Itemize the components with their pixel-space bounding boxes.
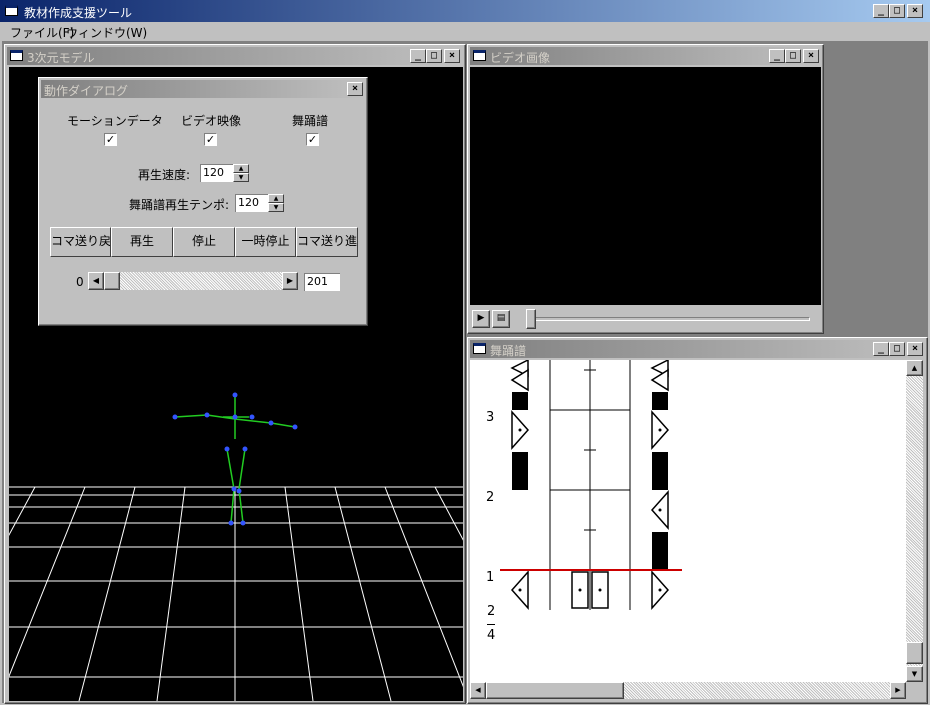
score-tempo-label: 舞踊譜再生テンポ: [129,198,230,212]
video-close-button[interactable]: × [803,49,819,63]
motion-data-label: モーションデータ [67,114,163,128]
score-vertical-scrollbar[interactable]: ▲ ▼ [906,360,923,682]
size-grip[interactable] [906,682,923,699]
video-display [470,67,821,305]
dance-score-label: 舞踊譜 [292,114,329,128]
video-window-title: ビデオ画像 [490,51,551,65]
slider-min-label: 0 [76,275,84,289]
pause-button[interactable]: 一時停止 [235,227,296,257]
score-tempo-down[interactable]: ▼ [268,203,284,212]
floor-grid [9,486,463,701]
stop-icon: ▤ [496,313,506,323]
playback-speed-down[interactable]: ▼ [233,173,249,182]
dance-score-checkbox[interactable]: ✓ [306,133,319,146]
app-close-button[interactable]: × [907,4,923,18]
motion-dialog-close-button[interactable]: × [347,82,363,96]
app-minimize-button[interactable]: _ [873,4,889,18]
score-window-icon[interactable] [473,343,486,354]
scroll-down-arrow[interactable]: ▼ [906,666,923,682]
app-titlebar[interactable]: 教材作成支援ツール _ □ × [0,0,930,22]
slider-thumb[interactable] [104,272,120,290]
video-seek-thumb[interactable] [526,309,536,329]
score-maximize-button[interactable]: □ [889,342,905,356]
frame-number-input[interactable]: 201 [304,273,340,291]
scroll-left-arrow[interactable]: ◀ [470,682,486,699]
frame-back-button[interactable]: コマ送り戻 [50,227,111,257]
motion-dialog: 動作ダイアログ × モーションデータ ✓ ビデオ映像 ✓ 舞踊譜 ✓ 再生速度:… [38,77,368,326]
slider-right-arrow[interactable]: ▶ [282,272,298,290]
video-maximize-button[interactable]: □ [785,49,801,63]
scroll-right-arrow[interactable]: ▶ [890,682,906,699]
scroll-horizontal-thumb[interactable] [486,682,624,699]
video-seek-track[interactable] [528,317,810,321]
playback-speed-input[interactable]: 120 [200,164,234,182]
score-window: 舞踊譜 _ □ × 3 2 1 2 4 ▲ ▼ ◀ ▶ [467,337,928,704]
playback-speed-label: 再生速度: [138,168,191,182]
model-window-title: 3次元モデル [27,51,95,65]
app-title: 教材作成支援ツール [24,6,133,20]
labanotation-staff [500,360,682,610]
model-maximize-button[interactable]: □ [426,49,442,63]
play-button[interactable]: 再生 [111,227,173,257]
app-icon[interactable] [5,5,18,16]
video-window-icon[interactable] [473,50,486,61]
play-icon: ▶ [477,313,485,323]
model-minimize-button[interactable]: _ [410,49,426,63]
motion-dialog-title: 動作ダイアログ [44,84,129,98]
slider-left-arrow[interactable]: ◀ [88,272,104,290]
frame-forward-button[interactable]: コマ送り進 [296,227,358,257]
video-window: ビデオ画像 _ □ × ▶ ▤ [467,44,824,334]
frame-slider[interactable]: ◀ ▶ [88,272,298,290]
video-stop-button[interactable]: ▤ [492,310,510,328]
video-minimize-button[interactable]: _ [769,49,785,63]
score-window-title: 舞踊譜 [490,344,527,358]
score-canvas[interactable]: 3 2 1 2 4 [470,360,906,682]
model-window-titlebar[interactable]: 3次元モデル _ □ × [7,47,462,65]
video-play-button[interactable]: ▶ [472,310,490,328]
video-window-titlebar[interactable]: ビデオ画像 _ □ × [470,47,821,65]
model-window-icon[interactable] [10,50,23,61]
menu-bar: ファイル(F) ウィンドウ(W) [0,22,930,40]
stop-button[interactable]: 停止 [173,227,235,257]
motion-dialog-titlebar[interactable]: 動作ダイアログ × [41,80,365,98]
score-horizontal-scrollbar[interactable]: ◀ ▶ [470,682,906,699]
score-tempo-up[interactable]: ▲ [268,194,284,203]
menu-window[interactable]: ウィンドウ(W) [66,24,147,41]
app-maximize-button[interactable]: □ [889,4,905,18]
motion-data-checkbox[interactable]: ✓ [104,133,117,146]
scroll-up-arrow[interactable]: ▲ [906,360,923,376]
score-close-button[interactable]: × [907,342,923,356]
scroll-vertical-thumb[interactable] [906,642,923,664]
video-checkbox[interactable]: ✓ [204,133,217,146]
model-close-button[interactable]: × [444,49,460,63]
score-minimize-button[interactable]: _ [873,342,889,356]
video-label: ビデオ映像 [181,114,242,128]
menu-file[interactable]: ファイル(F) [10,24,74,41]
score-tempo-input[interactable]: 120 [235,194,269,212]
playback-speed-up[interactable]: ▲ [233,164,249,173]
score-window-titlebar[interactable]: 舞踊譜 _ □ × [470,340,925,358]
